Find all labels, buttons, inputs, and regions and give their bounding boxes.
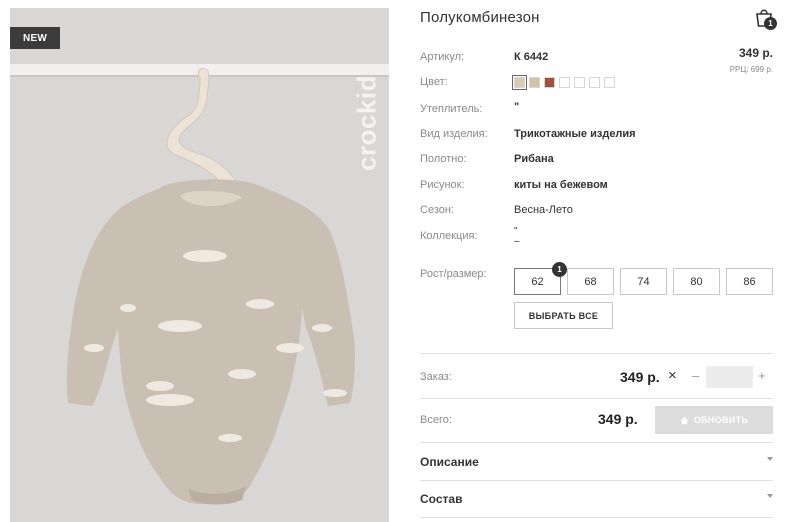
color-swatch[interactable]: [589, 77, 600, 88]
remove-icon[interactable]: ×: [668, 367, 677, 384]
collection-label: Коллекция:: [420, 230, 478, 242]
type-label: Вид изделия:: [420, 128, 488, 140]
insulation-label: Утеплитель:: [420, 103, 483, 115]
accordion-composition[interactable]: Состав: [420, 492, 773, 512]
product-rrc: РРЦ: 699 р.: [729, 65, 773, 74]
color-label: Цвет:: [420, 76, 448, 88]
color-swatch[interactable]: [559, 77, 570, 88]
fabric-value: Рибана: [514, 153, 554, 165]
select-all-button[interactable]: ВЫБРАТЬ ВСЕ: [514, 302, 613, 329]
total-label: Всего:: [420, 414, 452, 426]
color-swatch[interactable]: [529, 77, 540, 88]
pattern-label: Рисунок:: [420, 179, 465, 191]
size-option-68[interactable]: 68: [567, 268, 614, 295]
cart-count-badge: 1: [764, 17, 777, 30]
color-swatch[interactable]: [574, 77, 585, 88]
brand-logo: crockid: [347, 75, 387, 171]
size-option-74[interactable]: 74: [620, 268, 667, 295]
fabric-label: Полотно:: [420, 153, 467, 165]
divider: [420, 480, 773, 481]
product-title: Полукомбинезон: [420, 9, 540, 26]
type-value: Трикотажные изделия: [514, 128, 636, 140]
total-price: 349 р.: [598, 411, 638, 427]
increase-button[interactable]: +: [758, 368, 766, 383]
size-label: Рост/размер:: [420, 268, 487, 280]
quantity-input[interactable]: [706, 366, 753, 388]
size-option-80[interactable]: 80: [673, 268, 720, 295]
divider: [420, 442, 773, 443]
divider: [420, 517, 773, 518]
new-badge: NEW: [10, 27, 60, 49]
decrease-button[interactable]: –: [692, 368, 699, 383]
insulation-value: ": [514, 101, 520, 113]
update-button-label: ОБНОВИТЬ: [693, 415, 749, 425]
pattern-value: киты на бежевом: [514, 179, 608, 191]
product-photo[interactable]: NEW crockid: [10, 8, 389, 522]
divider: [420, 398, 773, 399]
order-price: 349 р.: [620, 369, 660, 385]
color-swatch[interactable]: [512, 75, 527, 90]
accordion-description-label: Описание: [420, 455, 479, 469]
article-value: К 6442: [514, 51, 549, 63]
order-label: Заказ:: [420, 371, 452, 383]
cart-small-icon: [681, 416, 688, 424]
chevron-down-icon: [767, 494, 773, 498]
update-button[interactable]: ОБНОВИТЬ: [655, 406, 773, 434]
brand-logo-text: crockid: [351, 75, 382, 171]
article-label: Артикул:: [420, 51, 465, 63]
color-swatches: [512, 75, 615, 90]
accordion-composition-label: Состав: [420, 492, 463, 506]
size-option-86[interactable]: 86: [726, 268, 773, 295]
product-image: [10, 64, 389, 505]
product-panel: Полукомбинезон 1 Артикул: К 6442 349 р. …: [420, 0, 780, 522]
color-swatch[interactable]: [604, 77, 615, 88]
color-swatch[interactable]: [544, 77, 555, 88]
collection-value-2: –: [514, 236, 520, 247]
season-label: Сезон:: [420, 204, 454, 216]
divider: [420, 353, 773, 354]
season-value: Весна-Лето: [514, 204, 573, 216]
size-count-badge: 1: [552, 262, 567, 277]
accordion-description[interactable]: Описание: [420, 455, 773, 475]
product-price: 349 р.: [738, 46, 773, 60]
chevron-down-icon: [767, 457, 773, 461]
